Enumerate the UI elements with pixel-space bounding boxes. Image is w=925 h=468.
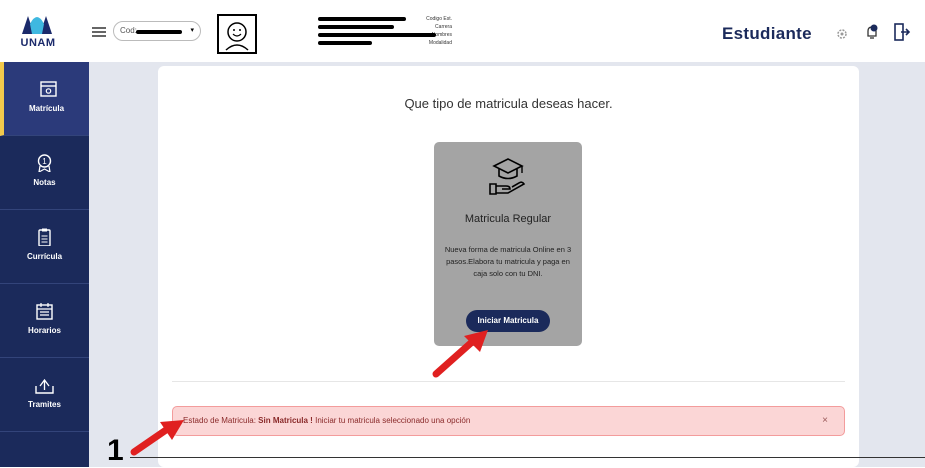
alert-prefix: Estado de Matricula: (183, 416, 256, 425)
role-title: Estudiante (722, 24, 812, 43)
divider (172, 381, 845, 382)
option-description: Nueva forma de matricula Online en 3 pas… (444, 245, 572, 278)
red-arrow-icon (130, 420, 184, 456)
option-title: Matricula Regular (464, 213, 552, 225)
schedule-icon (36, 303, 53, 320)
cod-select[interactable]: Cod: ▾ (113, 21, 201, 41)
redacted-value (318, 25, 394, 29)
sidebar: Matrícula 1 Notas Currícula Horarios Tra… (0, 62, 89, 467)
status-alert: Estado de Matricula: Sin Matricula ! Ini… (172, 406, 845, 436)
logout-icon[interactable] (893, 22, 911, 42)
bottom-line (130, 457, 925, 458)
redacted-value (318, 41, 372, 45)
option-card-matricula-regular[interactable]: Matricula Regular Nueva forma de matricu… (434, 142, 582, 346)
hamburger-menu-icon[interactable] (92, 27, 106, 37)
info-label-modalidad: Modalidad (428, 40, 452, 46)
annotation-number: 1 (107, 434, 124, 467)
sidebar-item-label: Tramites (28, 400, 61, 409)
svg-text:1: 1 (42, 157, 47, 166)
sidebar-item-tramites[interactable]: Tramites (0, 358, 89, 432)
enrollment-card: Que tipo de matricula deseas hacer. Matr… (158, 66, 859, 467)
cod-label: Cod: (120, 26, 137, 35)
chevron-down-icon: ▾ (190, 27, 194, 34)
student-info: Codigo Est. Carrera Nombres Modalidad (262, 15, 452, 47)
smiley-avatar-icon (225, 22, 249, 51)
inbox-icon (35, 378, 54, 394)
bell-icon[interactable] (865, 23, 879, 41)
sidebar-item-curricula[interactable]: Currícula (0, 210, 89, 284)
red-arrow-icon (432, 330, 488, 378)
sidebar-item-label: Notas (33, 178, 56, 187)
top-bar: UNAM Cod: ▾ Codigo Est. Carrera Nombres … (0, 0, 925, 62)
redacted-code (136, 30, 182, 34)
sidebar-item-label: Horarios (28, 326, 61, 335)
close-icon[interactable]: × (822, 407, 828, 435)
alert-message: Iniciar tu matricula seleccionado una op… (315, 416, 471, 425)
redacted-value (318, 17, 406, 21)
info-label-carrera: Carrera (435, 24, 452, 30)
logo-text: UNAM (20, 37, 56, 49)
calendar-icon (40, 81, 57, 97)
sidebar-item-label: Currícula (26, 252, 63, 261)
sidebar-item-matricula[interactable]: Matrícula (0, 62, 89, 136)
sidebar-item-label: Matrícula (28, 104, 65, 113)
sidebar-item-horarios[interactable]: Horarios (0, 284, 89, 358)
unam-logo[interactable]: UNAM (18, 10, 58, 52)
avatar (217, 14, 257, 54)
graduation-cap-hand-icon (489, 158, 526, 195)
info-label-codigo: Codigo Est. (426, 16, 452, 22)
logo-shape-icon (22, 16, 52, 34)
clipboard-icon (38, 228, 51, 246)
sidebar-item-notas[interactable]: 1 Notas (0, 136, 89, 210)
medal-icon: 1 (37, 154, 52, 172)
page-question: Que tipo de matricula deseas hacer. (404, 96, 613, 111)
alert-status: Sin Matricula ! (258, 416, 313, 425)
redacted-value (318, 33, 436, 37)
gear-icon[interactable] (836, 28, 848, 40)
